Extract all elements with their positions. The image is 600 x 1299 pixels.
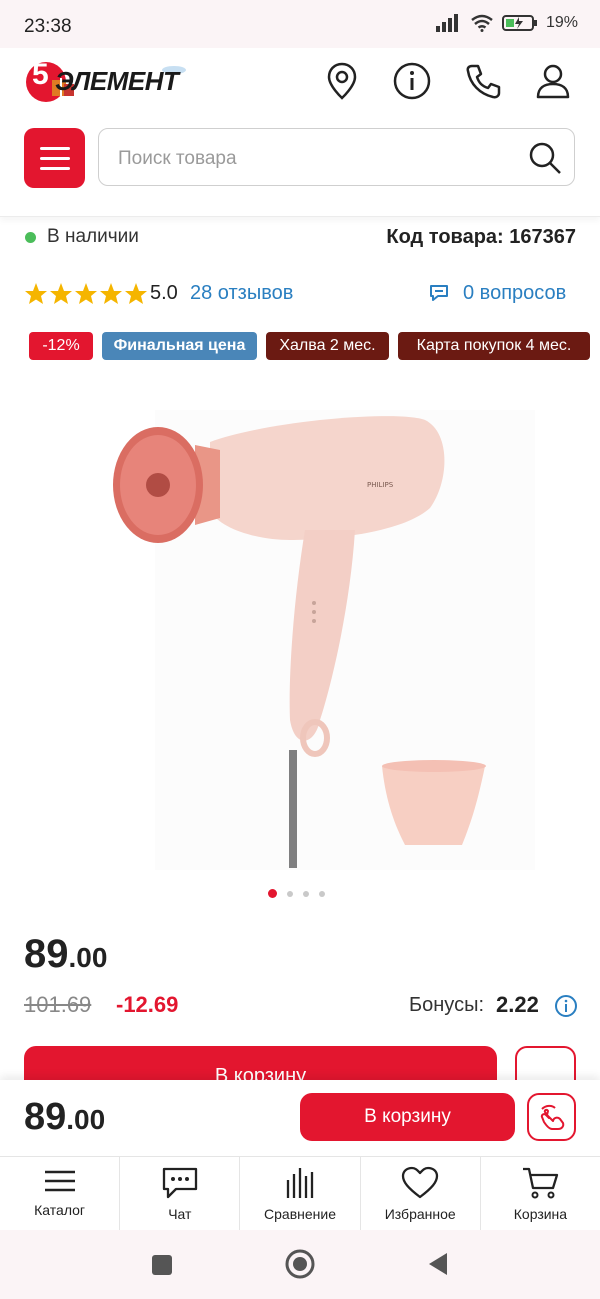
badge-halva: Халва 2 мес.: [266, 332, 389, 360]
menu-button[interactable]: [24, 128, 85, 188]
star-icon: [100, 283, 122, 304]
gallery-dots: [268, 889, 325, 898]
star-icon: [75, 283, 97, 304]
product-code: Код товара: 167367: [386, 226, 576, 248]
sticky-price-fraction: .00: [66, 1104, 106, 1135]
sticky-add-to-cart-button[interactable]: В корзину: [300, 1093, 515, 1141]
bonus-label: Бонусы:: [409, 994, 484, 1016]
gallery-dot[interactable]: [303, 890, 309, 897]
nav-label: Сравнение: [264, 1206, 336, 1222]
old-price: 101.69: [24, 992, 92, 1017]
cart-icon: [523, 1167, 559, 1199]
nav-label: Каталог: [34, 1202, 86, 1218]
gallery-dot[interactable]: [268, 889, 277, 898]
product-image[interactable]: PHILIPS: [100, 390, 540, 870]
questions-icon[interactable]: [428, 283, 450, 303]
star-icon: [50, 283, 72, 304]
sticky-price: 89.00: [24, 1096, 105, 1139]
rating-value: 5.0: [150, 282, 178, 304]
battery-icon: [501, 15, 537, 31]
questions-link[interactable]: 0 вопросов: [463, 282, 566, 305]
badge-discount: -12%: [29, 332, 93, 360]
badge-shopping-card: Карта покупок 4 мес.: [398, 332, 590, 360]
nav-label: Корзина: [513, 1206, 568, 1222]
price-fraction: .00: [68, 942, 108, 973]
user-icon[interactable]: [532, 60, 574, 102]
rating-stars: [24, 282, 148, 306]
phone-icon[interactable]: [462, 60, 504, 102]
sticky-price-int: 89: [24, 1096, 67, 1138]
logo-text: ЭЛЕМЕНТ: [55, 66, 179, 96]
search-icon[interactable]: [528, 141, 562, 175]
nav-chat[interactable]: Чат: [120, 1157, 241, 1231]
menu-icon: [44, 1170, 75, 1192]
nav-catalog[interactable]: Каталог: [0, 1157, 121, 1231]
nav-favorites[interactable]: Избранное: [361, 1157, 481, 1231]
hand-tap-icon: [540, 1104, 564, 1130]
star-icon: [25, 283, 47, 304]
nav-label: Чат: [168, 1206, 192, 1222]
nav-cart[interactable]: Корзина: [481, 1157, 600, 1231]
compare-icon: [286, 1168, 314, 1198]
battery-level: 19%: [545, 14, 578, 31]
info-icon[interactable]: [391, 60, 433, 102]
sticky-one-click-button[interactable]: [527, 1093, 576, 1141]
wifi-icon: [471, 14, 493, 32]
back-icon[interactable]: [426, 1251, 450, 1277]
in-stock-dot: [25, 232, 36, 243]
gallery-dot[interactable]: [287, 890, 293, 897]
bottom-nav: Каталог Чат Сравнение Избранное Корзина: [0, 1156, 600, 1231]
bonus-info-icon[interactable]: [554, 994, 578, 1018]
bonus-value: 2.22: [496, 992, 539, 1017]
logo-number: 5: [32, 58, 49, 91]
heart-icon: [402, 1166, 439, 1199]
gallery-dot[interactable]: [319, 890, 325, 897]
brand-label: PHILIPS: [367, 481, 394, 489]
price-int: 89: [24, 932, 69, 976]
reviews-link[interactable]: 28 отзывов: [190, 282, 293, 305]
status-icons: 19%: [435, 14, 578, 32]
discount-amount: -12.69: [116, 992, 179, 1017]
search-placeholder: Поиск товара: [118, 148, 237, 169]
chat-icon: [162, 1167, 197, 1199]
signal-icon: [435, 14, 458, 32]
nav-compare[interactable]: Сравнение: [240, 1157, 361, 1231]
price: 89.00: [24, 932, 107, 977]
recent-apps-icon[interactable]: [150, 1253, 174, 1277]
availability-text: В наличии: [47, 226, 139, 247]
status-time: 23:38: [24, 16, 72, 37]
badge-final-price: Финальная цена: [102, 332, 257, 360]
star-icon: [125, 283, 147, 304]
location-icon[interactable]: [321, 60, 363, 102]
nav-label: Избранное: [384, 1206, 456, 1222]
home-icon[interactable]: [284, 1248, 316, 1280]
